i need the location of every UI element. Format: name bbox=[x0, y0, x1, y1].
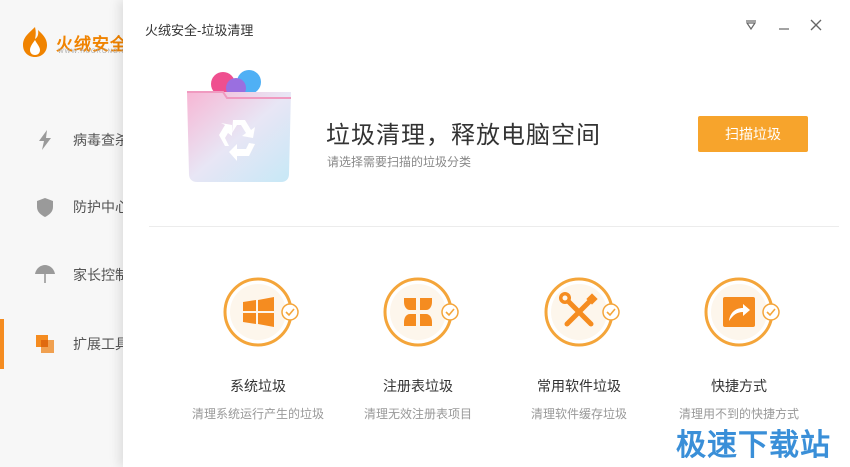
close-icon bbox=[810, 19, 822, 31]
lightning-icon bbox=[35, 130, 55, 150]
category-description: 清理系统运行产生的垃圾 bbox=[191, 407, 324, 421]
tools-icon bbox=[544, 277, 620, 347]
scan-junk-button[interactable]: 扫描垃圾 bbox=[698, 116, 808, 152]
hero-title: 垃圾清理，释放电脑空间 bbox=[326, 122, 601, 149]
recycle-bin-icon bbox=[187, 70, 291, 182]
category-description: 清理无效注册表项目 bbox=[363, 407, 472, 421]
umbrella-icon bbox=[35, 265, 55, 285]
nav-item-virus-scan[interactable]: 病毒查杀 bbox=[0, 115, 140, 165]
nav-label: 防护中心 bbox=[73, 199, 129, 215]
minimize-icon bbox=[779, 28, 789, 30]
divider bbox=[149, 226, 839, 227]
close-button[interactable] bbox=[805, 14, 827, 36]
category-label: 快捷方式 bbox=[711, 378, 767, 394]
nav-label: 病毒查杀 bbox=[73, 132, 129, 148]
category-label: 注册表垃圾 bbox=[383, 378, 453, 394]
triangle-menu-icon bbox=[745, 20, 757, 30]
category-icon-ring bbox=[382, 275, 459, 347]
registry-icon bbox=[383, 277, 459, 347]
category-icon-ring bbox=[543, 275, 620, 347]
logo-subtext: WWW.HUORONG.CN bbox=[58, 49, 132, 55]
category-registry-junk[interactable]: 注册表垃圾 清理无效注册表项目 bbox=[333, 275, 503, 422]
nav-label: 家长控制 bbox=[73, 267, 129, 283]
category-system-junk[interactable]: 系统垃圾 清理系统运行产生的垃圾 bbox=[173, 275, 343, 422]
toolbox-icon bbox=[35, 334, 55, 354]
site-watermark: 极速下载站 bbox=[676, 428, 831, 463]
menu-dropdown-button[interactable] bbox=[740, 14, 762, 36]
nav-label: 扩展工具 bbox=[73, 336, 129, 352]
dialog-title: 火绒安全-垃圾清理 bbox=[145, 23, 254, 38]
hero-subtitle: 请选择需要扫描的垃圾分类 bbox=[327, 155, 472, 169]
category-label: 系统垃圾 bbox=[230, 378, 286, 394]
category-label: 常用软件垃圾 bbox=[537, 378, 621, 394]
cleanup-dialog: 火绒安全-垃圾清理 垃圾清理，释放电脑空间 请选择需要扫描的垃圾分类 扫描垃圾 bbox=[123, 0, 850, 467]
category-software-junk[interactable]: 常用软件垃圾 清理软件缓存垃圾 bbox=[494, 275, 664, 422]
windows-icon bbox=[223, 277, 299, 347]
category-shortcuts[interactable]: 快捷方式 清理用不到的快捷方式 bbox=[654, 275, 824, 422]
category-icon-ring bbox=[222, 275, 299, 347]
nav-item-protection[interactable]: 防护中心 bbox=[0, 182, 140, 232]
shield-icon bbox=[35, 197, 55, 217]
category-description: 清理软件缓存垃圾 bbox=[530, 407, 627, 421]
shortcut-icon bbox=[704, 277, 780, 347]
nav-item-extensions[interactable]: 扩展工具 bbox=[0, 319, 140, 369]
category-icon-ring bbox=[703, 275, 780, 347]
minimize-button[interactable] bbox=[773, 14, 795, 36]
flame-logo-icon bbox=[23, 27, 47, 57]
nav-item-parental[interactable]: 家长控制 bbox=[0, 250, 140, 300]
